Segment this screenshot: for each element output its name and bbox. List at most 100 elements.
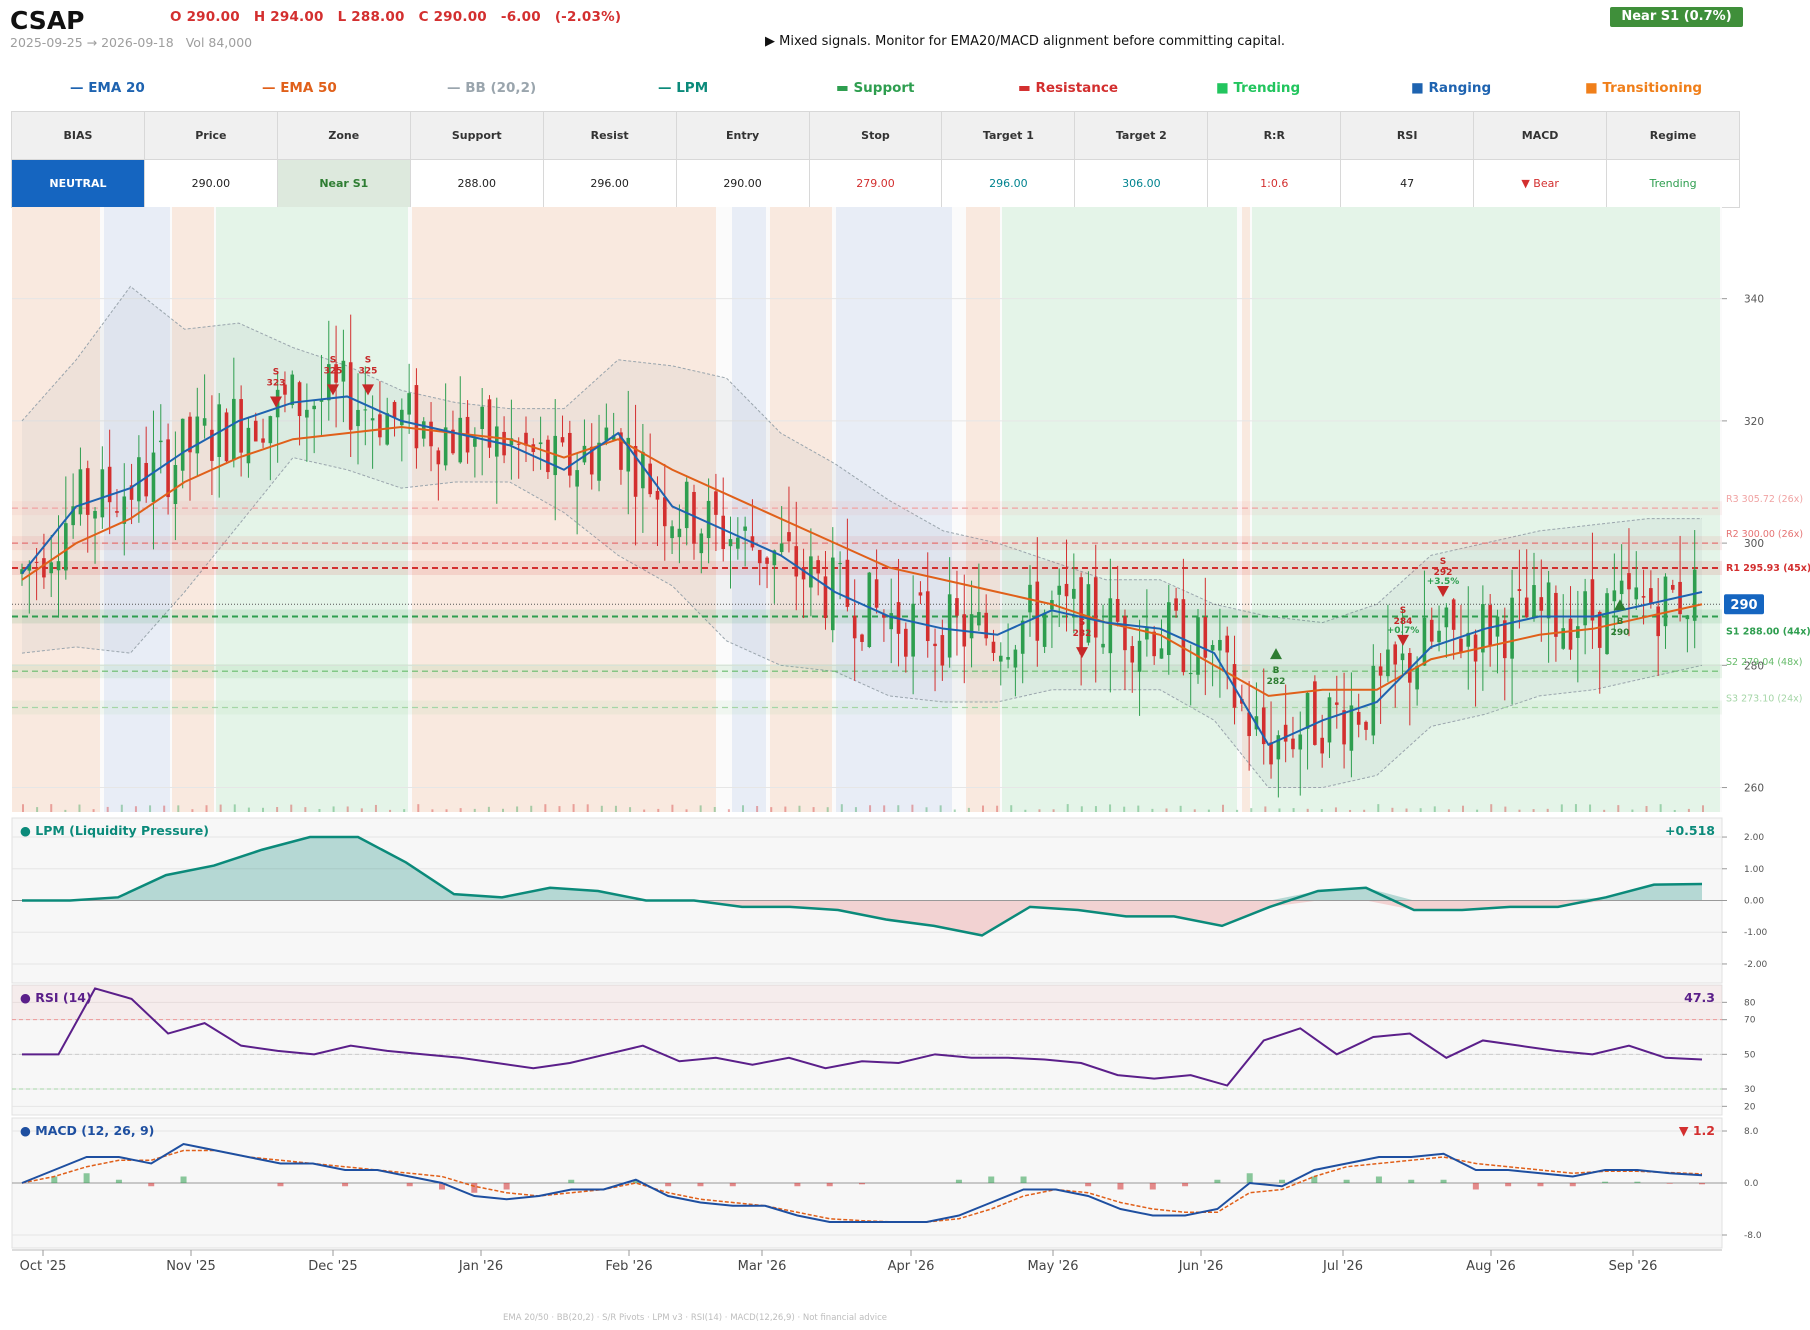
candle-body (845, 559, 850, 607)
candle-body (1166, 602, 1171, 656)
volume-bar (487, 806, 490, 812)
candle-body (1393, 644, 1398, 665)
candle-body (1386, 649, 1390, 677)
macd-histogram-bar (955, 1179, 962, 1183)
candle-body (794, 546, 799, 577)
volume-bar (1334, 807, 1337, 812)
candle-body (830, 557, 835, 631)
candle-body (1064, 583, 1069, 597)
candle-body (115, 511, 119, 513)
macd-histogram-bar (826, 1183, 833, 1187)
macd-histogram-bar (1505, 1183, 1512, 1187)
volume-bar (1094, 806, 1097, 812)
subpanel-tick-label: 8.0 (1744, 1127, 1759, 1137)
sr-level-label: R3 305.72 (26x) (1726, 494, 1803, 505)
volume-bar (1447, 809, 1450, 812)
candle-body (1634, 587, 1639, 600)
volume-bar (784, 806, 787, 812)
volume-bar (911, 804, 914, 812)
x-tick-label: Mar '26 (738, 1259, 787, 1274)
subpanel-tick-label: 30 (1744, 1085, 1756, 1095)
candle-body (1035, 581, 1040, 641)
volume-bar (346, 806, 349, 812)
candle-body (1218, 639, 1222, 651)
volume-bar (854, 807, 857, 812)
macd-histogram-bar (665, 1183, 672, 1187)
subpanel-tick-label: 20 (1744, 1102, 1756, 1112)
candle-body (1422, 617, 1427, 666)
volume-bar (1179, 805, 1182, 812)
volume-bar (1673, 809, 1676, 812)
candle-body (1123, 616, 1127, 651)
subpanel-tick-label: 0.0 (1744, 1179, 1759, 1189)
macd-histogram-bar (1537, 1183, 1544, 1187)
candle-body (516, 443, 521, 445)
candle-body (158, 440, 163, 443)
candle-body (706, 500, 711, 539)
volume-bar (1024, 809, 1027, 812)
volume-bar (967, 807, 970, 812)
candle-body (378, 414, 382, 438)
volume-bar (840, 804, 843, 812)
signal-price: 282 (1073, 629, 1092, 639)
macd-histogram-bar (794, 1183, 801, 1187)
candle-body (297, 382, 302, 417)
volume-bar (982, 805, 984, 812)
volume-bar (318, 808, 321, 812)
signal-label: S (1079, 618, 1085, 628)
subpanel-tick-label: -2.00 (1744, 960, 1768, 970)
candle-body (137, 457, 141, 502)
volume-bar (1476, 809, 1479, 812)
candle-body (1108, 598, 1113, 654)
candle-body (904, 628, 908, 657)
candle-body (312, 405, 316, 410)
volume-bar (586, 804, 589, 812)
volume-bar (50, 804, 53, 812)
macd-histogram-bar (406, 1183, 413, 1187)
x-tick-label: Jul '26 (1322, 1259, 1363, 1274)
candle-body (370, 418, 375, 421)
candle-body (122, 496, 127, 524)
macd-histogram-bar (1343, 1179, 1350, 1183)
volume-bar (276, 806, 279, 812)
macd-histogram-bar (1020, 1176, 1027, 1183)
candle-body (1137, 640, 1142, 672)
volume-bar (742, 805, 744, 812)
candle-body (918, 592, 923, 596)
candle-body (1605, 593, 1609, 655)
volume-bar (1109, 804, 1112, 812)
signal-price: 325 (359, 366, 378, 376)
volume-bar (332, 806, 335, 812)
candle-body (392, 401, 397, 418)
volume-bar (770, 807, 773, 812)
candle-body (34, 561, 39, 563)
candle-body (1093, 577, 1098, 638)
candle-body (1627, 573, 1631, 590)
candle-body (1546, 582, 1551, 619)
macd-histogram-bar (1085, 1183, 1092, 1187)
subpanel-tick-label: 50 (1744, 1050, 1756, 1060)
x-tick-label: Apr '26 (888, 1259, 935, 1274)
volume-bar (1010, 805, 1013, 812)
candle-body (1042, 612, 1047, 647)
volume-bar (558, 806, 561, 812)
candle-body (56, 561, 61, 571)
x-tick-label: Dec '25 (308, 1259, 357, 1274)
candle-body (1305, 692, 1310, 729)
volume-bar (516, 806, 519, 812)
macd-histogram-bar (115, 1179, 122, 1183)
volume-bar (1617, 805, 1620, 812)
volume-bar (1292, 808, 1295, 812)
x-tick-label: Oct '25 (20, 1259, 67, 1274)
candle-body (1459, 638, 1463, 653)
volume-bar (1490, 804, 1493, 812)
volume-bar (629, 807, 632, 812)
volume-bar (459, 808, 462, 812)
candle-body (166, 439, 170, 498)
candle-body (1619, 580, 1624, 595)
volume-bar (953, 809, 956, 812)
subpanel-tick-label: 1.00 (1744, 865, 1764, 875)
candle-body (655, 490, 660, 500)
volume-bar (191, 809, 194, 812)
candle-body (195, 416, 200, 454)
